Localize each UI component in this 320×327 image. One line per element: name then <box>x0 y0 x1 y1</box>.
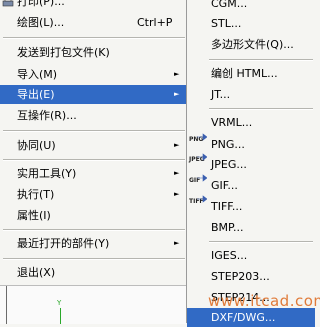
menu-item-interop[interactable]: 互操作(R)... <box>0 106 188 125</box>
export-item-step203[interactable]: STEP203... <box>187 267 315 286</box>
export-item-jt[interactable]: JT... <box>187 85 315 104</box>
menu-item-recent-parts[interactable]: 最近打开的部件(Y) ► <box>0 234 188 253</box>
export-item-iges[interactable]: IGES... <box>187 246 315 265</box>
export-item-author-html[interactable]: 编创 HTML... <box>187 64 315 83</box>
watermark: www.itcad.com <box>208 292 320 310</box>
menu-item-print[interactable]: 打印(P)... <box>0 0 188 11</box>
menu-separator <box>209 59 313 61</box>
export-arrow-icon <box>197 153 207 161</box>
printer-icon <box>2 0 14 7</box>
export-item-stl[interactable]: STL... <box>187 14 315 33</box>
menu-separator <box>209 108 313 110</box>
export-arrow-icon <box>197 174 207 182</box>
submenu-arrow-icon: ► <box>174 141 180 149</box>
menu-item-exit[interactable]: 退出(X) <box>0 263 188 282</box>
viewport-border-line <box>6 286 7 324</box>
export-item-vrml[interactable]: VRML... <box>187 113 315 132</box>
file-menu: 打印(P)... 绘图(L)... Ctrl+P 发送到打包文件(K) 导入(M… <box>0 0 189 284</box>
submenu-arrow-icon: ► <box>174 70 180 78</box>
menu-item-collaborate[interactable]: 协同(U) ► <box>0 136 188 155</box>
submenu-arrow-icon: ► <box>174 190 180 198</box>
menu-item-properties[interactable]: 属性(I) <box>0 206 188 225</box>
submenu-arrow-icon: ► <box>174 90 180 98</box>
menu-separator <box>3 258 185 260</box>
submenu-arrow-icon: ► <box>174 169 180 177</box>
menu-separator <box>3 130 185 132</box>
png-icon: PNG <box>189 130 207 149</box>
gif-icon: GIF <box>189 171 207 190</box>
export-item-gif[interactable]: GIF GIF... <box>187 174 315 195</box>
menu-item-plot[interactable]: 绘图(L)... Ctrl+P <box>0 13 188 32</box>
export-item-bmp[interactable]: BMP... <box>187 218 315 237</box>
y-axis-icon <box>60 308 61 324</box>
export-submenu: CGM... STL... 多边形文件(Q)... 编创 HTML... JT.… <box>186 0 315 327</box>
export-item-dxf-dwg[interactable]: DXF/DWG... <box>187 308 315 327</box>
menu-separator <box>3 37 185 39</box>
jpeg-icon: JPEG <box>189 150 207 169</box>
menu-item-utilities[interactable]: 实用工具(Y) ► <box>0 164 188 183</box>
menu-separator <box>3 229 185 231</box>
export-arrow-icon <box>197 195 207 203</box>
menu-separator <box>209 241 313 243</box>
menu-separator <box>3 159 185 161</box>
export-arrow-icon <box>197 133 207 141</box>
menu-item-export[interactable]: 导出(E) ► <box>0 85 188 104</box>
export-item-polygon-file[interactable]: 多边形文件(Q)... <box>187 35 315 54</box>
export-item-jpeg[interactable]: JPEG JPEG... <box>187 153 315 174</box>
graphics-viewport[interactable]: Y <box>0 285 186 324</box>
y-axis-label: Y <box>57 299 62 307</box>
menu-item-execute[interactable]: 执行(T) ► <box>0 185 188 204</box>
menu-item-send-to-package[interactable]: 发送到打包文件(K) <box>0 43 188 62</box>
export-item-cgm[interactable]: CGM... <box>187 0 315 13</box>
export-item-png[interactable]: PNG PNG... <box>187 133 315 154</box>
export-item-tiff[interactable]: TIFF TIFF... <box>187 195 315 216</box>
shortcut-ctrl-p: Ctrl+P <box>137 16 173 29</box>
submenu-arrow-icon: ► <box>174 239 180 247</box>
tiff-icon: TIFF <box>189 192 207 211</box>
menu-item-import[interactable]: 导入(M) ► <box>0 65 188 84</box>
